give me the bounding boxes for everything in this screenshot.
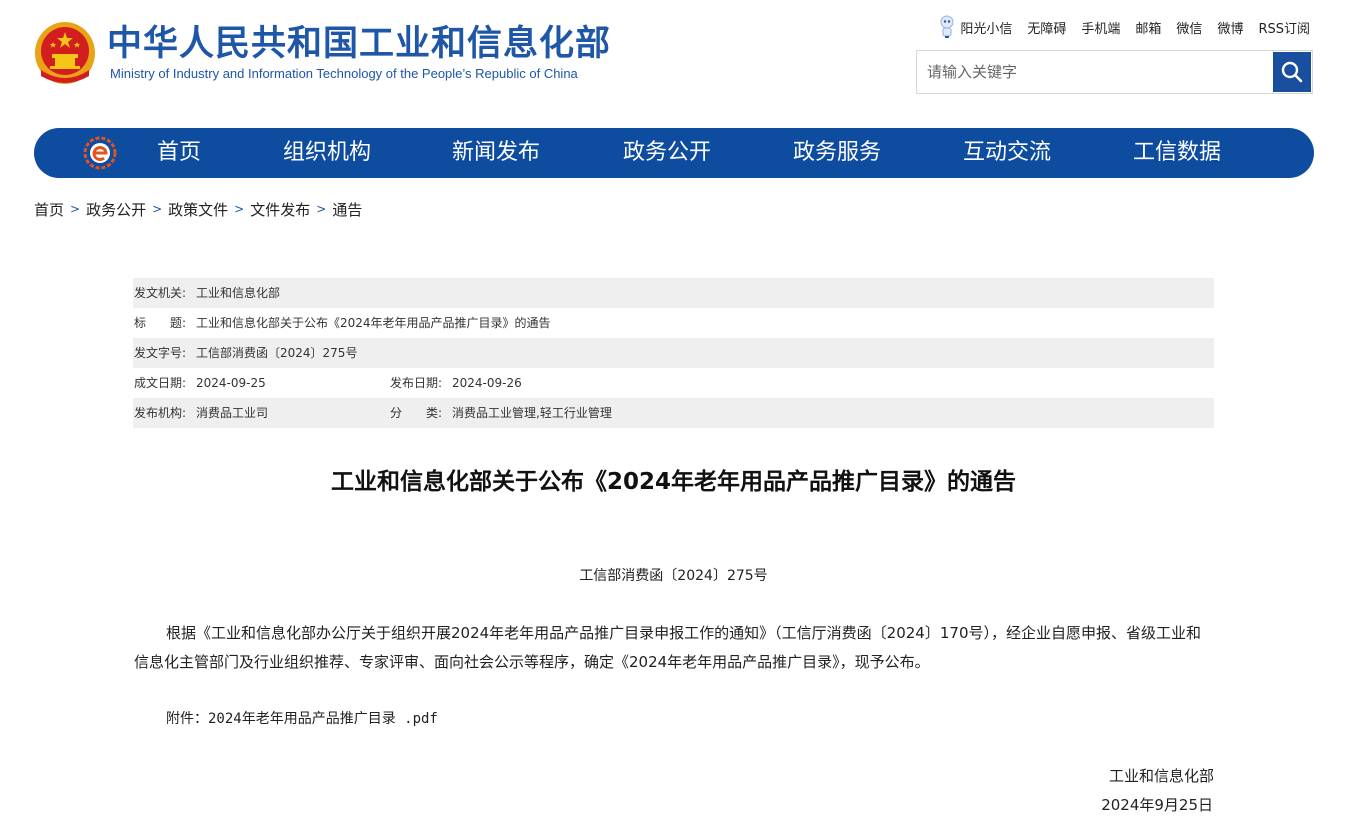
site-title-chinese[interactable]: 中华人民共和国工业和信息化部: [107, 22, 611, 66]
toplink-mobile[interactable]: 手机端: [1081, 18, 1120, 37]
breadcrumb-separator-icon: >: [152, 202, 163, 216]
nav-organization[interactable]: 组织机构: [283, 128, 371, 178]
toplink-wechat[interactable]: 微信: [1176, 18, 1202, 37]
toplink-sunshine-xiaoxin[interactable]: 阳光小信: [960, 18, 1012, 37]
site-title-english[interactable]: Ministry of Industry and Information Tec…: [110, 66, 578, 81]
article-doc-number: 工信部消费函〔2024〕275号: [579, 568, 768, 584]
search-box: [916, 50, 1313, 94]
search-input[interactable]: [917, 51, 1273, 93]
nav-interaction[interactable]: 互动交流: [963, 128, 1051, 178]
breadcrumb-home[interactable]: 首页: [34, 199, 64, 220]
meta-issuer-value: 工业和信息化部: [196, 286, 281, 300]
meta-row-docno: 发文字号: 工信部消费函〔2024〕275号: [133, 338, 1214, 368]
attachment-label: 附件：: [166, 711, 208, 727]
breadcrumb-separator-icon: >: [316, 202, 327, 216]
mascot-robot-icon[interactable]: [939, 15, 955, 39]
meta-row-org: 发布机构: 消费品工业司 分 类: 消费品工业管理,轻工行业管理: [133, 398, 1214, 428]
search-icon: [1281, 61, 1303, 83]
meta-row-issuer: 发文机关: 工业和信息化部: [133, 278, 1214, 308]
nav-government-affairs[interactable]: 政务公开: [623, 128, 711, 178]
article-body-paragraph: 根据《工业和信息化部办公厅关于组织开展2024年老年用品产品推广目录申报工作的通…: [134, 624, 1201, 671]
search-button[interactable]: [1273, 52, 1311, 92]
meta-docno-value: 工信部消费函〔2024〕275号: [196, 346, 358, 360]
meta-org-label: 发布机构:: [134, 406, 187, 420]
document-meta-table: 发文机关: 工业和信息化部 标 题: 工业和信息化部关于公布《2024年老年用品…: [133, 278, 1214, 428]
meta-docno-label: 发文字号:: [134, 346, 187, 360]
meta-created-value: 2024-09-25: [196, 376, 266, 390]
meta-row-dates: 成文日期: 2024-09-25 发布日期: 2024-09-26: [133, 368, 1214, 398]
nav-news[interactable]: 新闻发布: [452, 128, 540, 178]
top-links-bar: 阳光小信 无障碍 手机端 邮箱 微信 微博 RSS订阅: [939, 14, 1310, 40]
article-signature-date: 2024年9月25日: [1101, 796, 1213, 814]
nav-data[interactable]: 工信数据: [1133, 128, 1221, 178]
nav-government-services[interactable]: 政务服务: [793, 128, 881, 178]
breadcrumb-notice[interactable]: 通告: [332, 199, 362, 220]
article-signature-org: 工业和信息化部: [1108, 767, 1214, 785]
national-emblem-logo[interactable]: [33, 20, 97, 86]
miit-e-logo-icon[interactable]: [83, 136, 117, 170]
main-nav-bar: 首页 组织机构 新闻发布 政务公开 政务服务 互动交流 工信数据: [34, 128, 1314, 178]
meta-published-value: 2024-09-26: [452, 376, 522, 390]
article-attachment: 附件：2024年老年用品产品推广目录 .pdf: [166, 708, 438, 728]
meta-created-label: 成文日期:: [134, 376, 187, 390]
breadcrumb-policy-documents[interactable]: 政策文件: [168, 199, 228, 220]
breadcrumb-document-release[interactable]: 文件发布: [250, 199, 310, 220]
article-title: 工业和信息化部关于公布《2024年老年用品产品推广目录》的通告: [330, 469, 1016, 495]
toplink-accessibility[interactable]: 无障碍: [1027, 18, 1066, 37]
breadcrumb-government-affairs[interactable]: 政务公开: [86, 199, 146, 220]
meta-category-label: 分 类:: [390, 406, 443, 420]
toplink-mail[interactable]: 邮箱: [1135, 18, 1161, 37]
toplink-weibo[interactable]: 微博: [1217, 18, 1243, 37]
nav-home[interactable]: 首页: [157, 128, 201, 178]
meta-published-label: 发布日期:: [390, 376, 443, 390]
breadcrumb-separator-icon: >: [70, 202, 81, 216]
meta-org-value: 消费品工业司: [196, 406, 269, 420]
meta-title-value: 工业和信息化部关于公布《2024年老年用品产品推广目录》的通告: [196, 316, 551, 330]
meta-title-label: 标 题:: [134, 316, 187, 330]
breadcrumb: 首页 > 政务公开 > 政策文件 > 文件发布 > 通告: [34, 198, 362, 220]
meta-issuer-label: 发文机关:: [134, 286, 187, 300]
meta-row-title: 标 题: 工业和信息化部关于公布《2024年老年用品产品推广目录》的通告: [133, 308, 1214, 338]
toplink-rss[interactable]: RSS订阅: [1258, 18, 1310, 37]
site-header: 中华人民共和国工业和信息化部 Ministry of Industry and …: [0, 0, 1347, 120]
meta-category-value: 消费品工业管理,轻工行业管理: [452, 406, 612, 420]
breadcrumb-separator-icon: >: [234, 202, 245, 216]
attachment-pdf-link[interactable]: 2024年老年用品产品推广目录 .pdf: [208, 711, 438, 727]
